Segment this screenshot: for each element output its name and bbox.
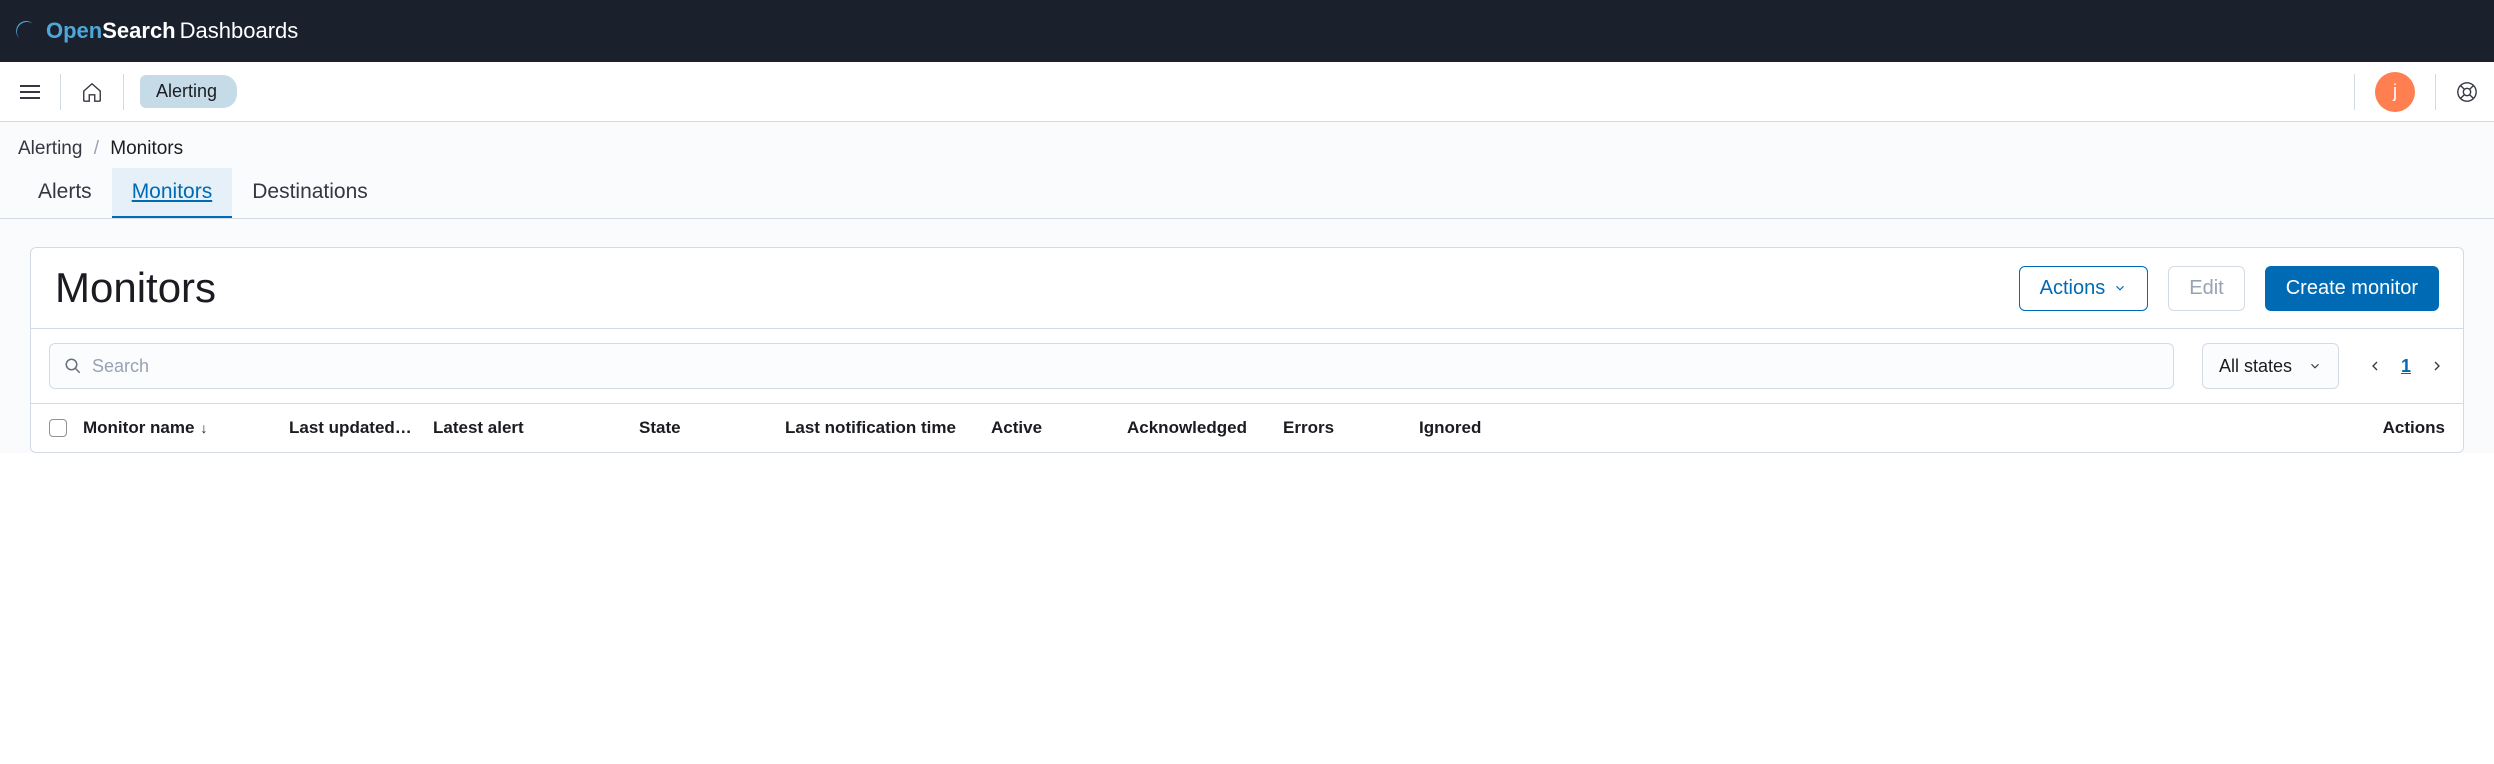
col-header-ignored[interactable]: Ignored <box>1419 418 1569 438</box>
col-header-errors[interactable]: Errors <box>1283 418 1403 438</box>
tab-alerts[interactable]: Alerts <box>18 168 112 218</box>
divider <box>123 74 124 110</box>
page-number[interactable]: 1 <box>2401 356 2411 377</box>
logo[interactable]: OpenSearchDashboards <box>14 18 298 44</box>
panel-header: Monitors Actions Edit Create monitor <box>31 248 2463 329</box>
create-monitor-label: Create monitor <box>2286 277 2418 300</box>
divider <box>60 74 61 110</box>
select-all-checkbox[interactable] <box>49 419 67 437</box>
divider <box>2435 74 2436 110</box>
avatar[interactable]: j <box>2375 72 2415 112</box>
nav-bar: Alerting j <box>0 62 2494 122</box>
col-header-name-label: Monitor name <box>83 418 194 438</box>
edit-button-label: Edit <box>2189 277 2223 300</box>
col-header-state[interactable]: State <box>639 418 769 438</box>
search-input[interactable] <box>92 356 2159 377</box>
col-header-updated[interactable]: Last updated… <box>289 418 417 438</box>
lifebuoy-icon <box>2456 81 2478 103</box>
actions-button-label: Actions <box>2040 277 2106 300</box>
home-icon <box>81 81 103 103</box>
tab-monitors[interactable]: Monitors <box>112 168 233 218</box>
pagination: 1 <box>2367 356 2445 377</box>
logo-text: OpenSearchDashboards <box>46 18 298 44</box>
chevron-right-icon[interactable] <box>2429 358 2445 374</box>
divider <box>2354 74 2355 110</box>
col-header-acknowledged[interactable]: Acknowledged <box>1127 418 1267 438</box>
breadcrumb: Alerting / Monitors <box>18 138 2476 160</box>
search-box[interactable] <box>49 343 2174 389</box>
breadcrumb-root[interactable]: Alerting <box>18 138 82 159</box>
state-filter-label: All states <box>2219 356 2292 377</box>
sort-arrow-down-icon: ↓ <box>200 420 207 436</box>
create-monitor-button[interactable]: Create monitor <box>2265 266 2439 311</box>
panel-controls: All states 1 <box>31 329 2463 404</box>
content-area: Alerting / Monitors Alerts Monitors Dest… <box>0 122 2494 453</box>
chevron-down-icon <box>2308 359 2322 373</box>
edit-button: Edit <box>2168 266 2244 311</box>
col-header-name[interactable]: Monitor name ↓ <box>83 418 273 438</box>
breadcrumb-separator: / <box>94 138 99 159</box>
chevron-down-icon <box>2113 281 2127 295</box>
actions-button[interactable]: Actions <box>2019 266 2149 311</box>
opensearch-logo-icon <box>14 19 38 43</box>
search-icon <box>64 357 82 375</box>
chevron-left-icon[interactable] <box>2367 358 2383 374</box>
col-header-actions: Actions <box>1585 418 2445 438</box>
col-header-latest[interactable]: Latest alert <box>433 418 623 438</box>
tab-destinations[interactable]: Destinations <box>232 168 388 218</box>
help-button[interactable] <box>2456 81 2478 103</box>
page-title: Monitors <box>55 264 216 312</box>
monitors-panel: Monitors Actions Edit Create monitor <box>30 247 2464 453</box>
col-header-active[interactable]: Active <box>991 418 1111 438</box>
breadcrumb-current: Monitors <box>110 138 183 159</box>
tabs: Alerts Monitors Destinations <box>0 168 2494 219</box>
table-header-row: Monitor name ↓ Last updated… Latest aler… <box>31 404 2463 452</box>
home-button[interactable] <box>77 77 107 107</box>
panel-actions: Actions Edit Create monitor <box>2019 266 2439 311</box>
nav-breadcrumb-chip[interactable]: Alerting <box>140 75 237 108</box>
state-filter-select[interactable]: All states <box>2202 343 2339 389</box>
menu-toggle-icon[interactable] <box>16 81 44 103</box>
top-header: OpenSearchDashboards <box>0 0 2494 62</box>
col-header-notification[interactable]: Last notification time <box>785 418 975 438</box>
